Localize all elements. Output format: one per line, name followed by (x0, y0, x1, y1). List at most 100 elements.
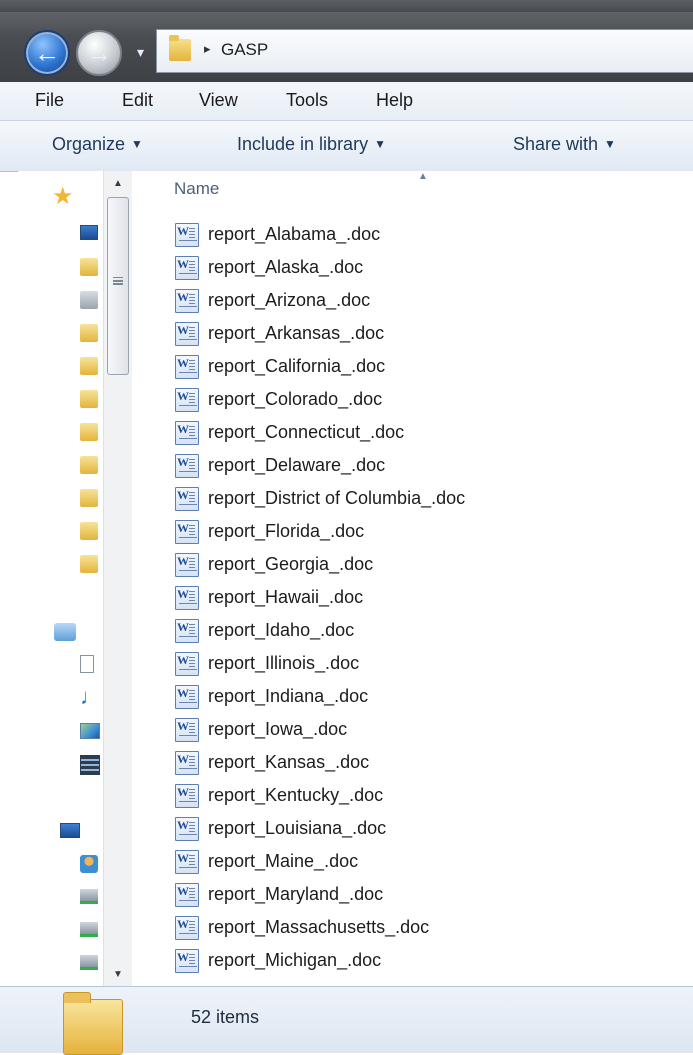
organize-button[interactable]: Organize ▼ (52, 134, 143, 155)
file-name: report_District of Columbia_.doc (208, 488, 466, 508)
file-name: report_Massachusetts_.doc (208, 917, 430, 937)
folder-icon[interactable] (80, 423, 98, 441)
word-document-icon (175, 222, 199, 247)
file-row[interactable]: report_Maryland_.doc (134, 878, 693, 911)
libraries-icon[interactable] (54, 623, 76, 641)
file-name: report_Maryland_.doc (208, 884, 384, 904)
include-in-library-label: Include in library (237, 134, 369, 154)
file-row[interactable]: report_Alabama_.doc (134, 218, 693, 251)
folder-icon[interactable] (80, 324, 98, 342)
file-name: report_Kentucky_.doc (208, 785, 384, 805)
desktop-icon[interactable] (80, 225, 98, 240)
file-row[interactable]: report_Colorado_.doc (134, 383, 693, 416)
menu-view[interactable]: View (199, 90, 238, 111)
file-name: report_California_.doc (208, 356, 386, 376)
file-row[interactable]: report_Indiana_.doc (134, 680, 693, 713)
network-drive-icon[interactable] (80, 889, 98, 904)
pictures-icon[interactable] (80, 723, 100, 739)
file-row[interactable]: report_Michigan_.doc (134, 944, 693, 977)
music-note-icon[interactable]: ♩ (80, 686, 102, 708)
folder-icon[interactable] (80, 555, 98, 573)
scroll-down-arrow-icon[interactable]: ▼ (104, 962, 132, 986)
address-box[interactable]: ▸ GASP (156, 29, 693, 73)
file-row[interactable]: report_California_.doc (134, 350, 693, 383)
word-document-icon (175, 849, 199, 874)
file-name: report_Indiana_.doc (208, 686, 369, 706)
breadcrumb-current-folder[interactable]: GASP (221, 40, 268, 60)
file-row[interactable]: report_Maine_.doc (134, 845, 693, 878)
menu-edit[interactable]: Edit (122, 90, 153, 111)
folder-icon[interactable] (80, 357, 98, 375)
documents-icon[interactable] (80, 655, 94, 673)
file-row[interactable]: report_District of Columbia_.doc (134, 482, 693, 515)
word-document-icon (175, 783, 199, 808)
word-document-icon (175, 288, 199, 313)
file-row[interactable]: report_Delaware_.doc (134, 449, 693, 482)
videos-film-icon[interactable] (80, 755, 100, 775)
file-name: report_Delaware_.doc (208, 455, 386, 475)
file-row[interactable]: report_Florida_.doc (134, 515, 693, 548)
scrollbar-thumb[interactable] (107, 197, 129, 375)
navigation-scrollbar[interactable]: ▲ ▼ (103, 171, 132, 986)
file-row[interactable]: report_Iowa_.doc (134, 713, 693, 746)
file-row[interactable]: report_Louisiana_.doc (134, 812, 693, 845)
file-row[interactable]: report_Alaska_.doc (134, 251, 693, 284)
file-row[interactable]: report_Illinois_.doc (134, 647, 693, 680)
file-row[interactable]: report_Hawaii_.doc (134, 581, 693, 614)
menu-tools[interactable]: Tools (286, 90, 328, 111)
file-row[interactable]: report_Arkansas_.doc (134, 317, 693, 350)
menu-help[interactable]: Help (376, 90, 413, 111)
file-row[interactable]: report_Idaho_.doc (134, 614, 693, 647)
folder-icon (169, 35, 191, 61)
recent-pages-dropdown-icon[interactable]: ▾ (137, 44, 144, 61)
file-name: report_Connecticut_.doc (208, 422, 405, 442)
include-in-library-button[interactable]: Include in library ▼ (237, 134, 386, 155)
word-document-icon (175, 519, 199, 544)
breadcrumb-separator-icon[interactable]: ▸ (204, 41, 211, 57)
share-with-label: Share with (513, 134, 599, 154)
file-row[interactable]: report_Kansas_.doc (134, 746, 693, 779)
favorites-star-icon[interactable]: ★ (52, 185, 74, 209)
file-row[interactable]: report_Arizona_.doc (134, 284, 693, 317)
share-with-button[interactable]: Share with ▼ (513, 134, 616, 155)
file-name: report_Michigan_.doc (208, 950, 382, 970)
computer-icon[interactable] (60, 823, 80, 838)
column-header-name[interactable]: Name (174, 179, 219, 199)
back-arrow-icon[interactable]: ← (24, 30, 70, 76)
folder-icon[interactable] (80, 390, 98, 408)
downloads-folder-icon[interactable] (80, 258, 98, 276)
word-document-icon (175, 321, 199, 346)
recent-places-icon[interactable] (80, 291, 98, 309)
folder-icon[interactable] (80, 489, 98, 507)
network-drive-icon[interactable] (80, 955, 98, 970)
chevron-down-icon: ▼ (131, 137, 143, 151)
user-folder-icon[interactable] (80, 855, 98, 873)
file-list: ▲ Name report_Alabama_.doc report_Alaska_… (134, 171, 693, 986)
sort-ascending-icon: ▲ (418, 171, 428, 182)
command-bar: Organize ▼ Include in library ▼ Share with… (0, 121, 693, 172)
file-name: report_Alabama_.doc (208, 224, 381, 244)
file-name: report_Colorado_.doc (208, 389, 383, 409)
file-name: report_Arizona_.doc (208, 290, 371, 310)
folder-icon[interactable] (80, 522, 98, 540)
file-row[interactable]: report_Connecticut_.doc (134, 416, 693, 449)
file-row[interactable]: report_Massachusetts_.doc (134, 911, 693, 944)
network-drive-icon[interactable] (80, 922, 98, 937)
forward-arrow-icon[interactable]: → (76, 30, 122, 76)
menu-file[interactable]: File (35, 90, 64, 111)
word-document-icon (175, 948, 199, 973)
word-document-icon (175, 717, 199, 742)
item-count: 52 items (191, 1007, 260, 1027)
chevron-down-icon: ▼ (374, 137, 386, 151)
file-name: report_Hawaii_.doc (208, 587, 364, 607)
scroll-up-arrow-icon[interactable]: ▲ (104, 171, 132, 195)
grip-lines-icon (113, 277, 123, 279)
file-name: report_Florida_.doc (208, 521, 365, 541)
file-row[interactable]: report_Kentucky_.doc (134, 779, 693, 812)
word-document-icon (175, 552, 199, 577)
file-row[interactable]: report_Georgia_.doc (134, 548, 693, 581)
column-header: ▲ Name (134, 171, 693, 205)
file-name: report_Georgia_.doc (208, 554, 374, 574)
folder-icon[interactable] (80, 456, 98, 474)
chevron-down-icon: ▼ (604, 137, 616, 151)
